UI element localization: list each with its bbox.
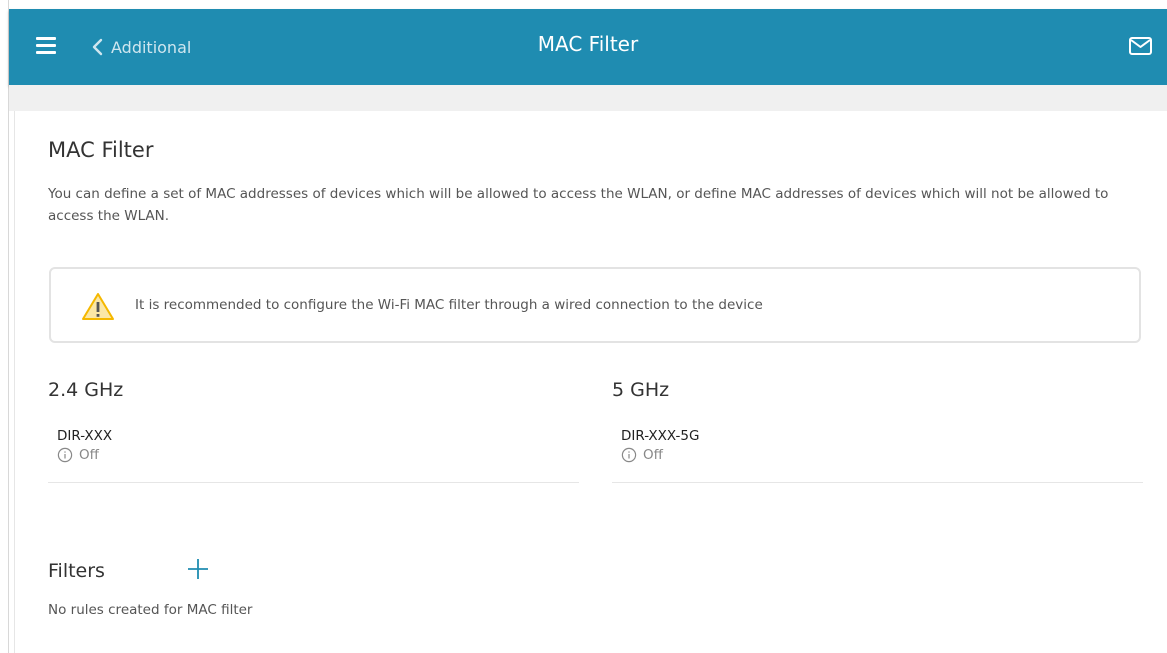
back-button[interactable]: Additional: [91, 34, 191, 60]
top-bar: Additional MAC Filter: [9, 9, 1167, 85]
plus-icon: [188, 559, 208, 579]
filters-title: Filters: [48, 560, 105, 582]
status-label: Off: [79, 447, 99, 463]
subheader-strip: [9, 85, 1167, 111]
ssid-label: DIR-XXX-5G: [621, 428, 700, 444]
window-frame: [0, 0, 9, 653]
status-label: Off: [643, 447, 663, 463]
band-2-4ghz: 2.4 GHz DIR-XXX Off: [48, 379, 579, 483]
band-title: 5 GHz: [612, 379, 670, 401]
menu-icon[interactable]: [36, 37, 56, 55]
main-content: MAC Filter You can define a set of MAC a…: [14, 111, 1167, 653]
warning-icon: [81, 292, 115, 326]
warning-notice: It is recommended to configure the Wi-Fi…: [49, 267, 1141, 343]
band-title: 2.4 GHz: [48, 379, 124, 401]
add-filter-button[interactable]: [184, 555, 212, 583]
chevron-left-icon: [92, 38, 103, 56]
band-5ghz: 5 GHz DIR-XXX-5G Off: [612, 379, 1143, 483]
band-network-item[interactable]: DIR-XXX Off: [48, 428, 579, 483]
info-icon: [57, 447, 73, 463]
band-network-item[interactable]: DIR-XXX-5G Off: [612, 428, 1143, 483]
notice-text: It is recommended to configure the Wi-Fi…: [135, 297, 763, 313]
page-description: You can define a set of MAC addresses of…: [48, 186, 1109, 224]
page-title: MAC Filter: [48, 138, 154, 162]
back-label: Additional: [111, 37, 192, 57]
info-icon: [621, 447, 637, 463]
mail-icon[interactable]: [1128, 35, 1154, 57]
ssid-label: DIR-XXX: [57, 428, 113, 444]
filters-empty-text: No rules created for MAC filter: [48, 602, 253, 618]
